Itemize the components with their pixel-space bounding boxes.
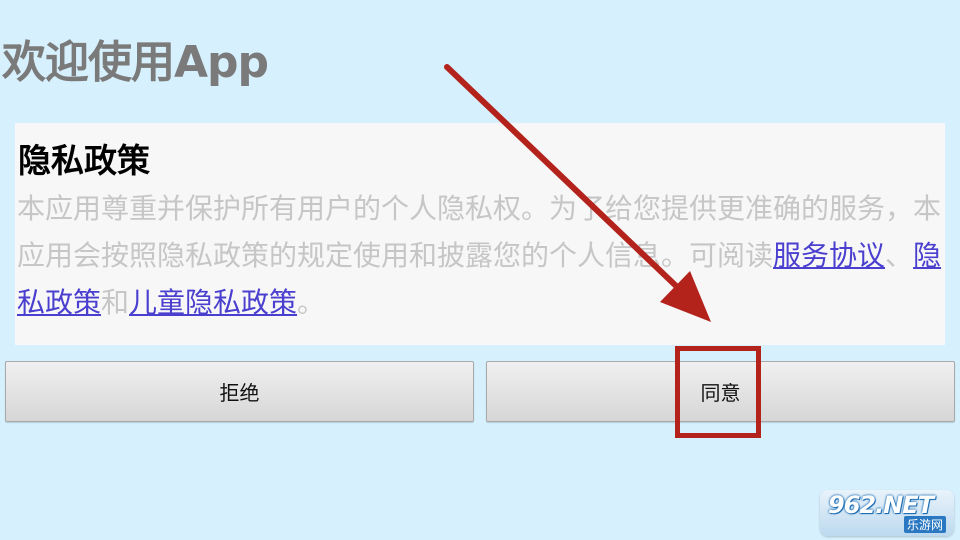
privacy-policy-card: 隐私政策 本应用尊重并保护所有用户的个人隐私权。为了给您提供更准确的服务，本应用…: [15, 123, 945, 345]
separator-text: 、: [885, 239, 914, 272]
ending-text: 。: [297, 286, 326, 319]
app-title: 欢迎使用App: [2, 37, 269, 88]
watermark-logo-text: 962.NET: [828, 491, 934, 519]
watermark-logo: 962.NET 乐游网: [820, 490, 954, 536]
policy-title: 隐私政策: [18, 141, 150, 180]
conjunction-text: 和: [101, 286, 130, 319]
watermark-sub-text: 乐游网: [903, 516, 946, 533]
children-privacy-policy-link[interactable]: 儿童隐私政策: [129, 286, 297, 319]
annotation-highlight-box: [675, 346, 761, 438]
policy-body: 本应用尊重并保护所有用户的个人隐私权。为了给您提供更准确的服务，本应用会按照隐私…: [17, 185, 945, 326]
service-agreement-link[interactable]: 服务协议: [773, 239, 885, 272]
refuse-button[interactable]: 拒绝: [5, 361, 474, 422]
